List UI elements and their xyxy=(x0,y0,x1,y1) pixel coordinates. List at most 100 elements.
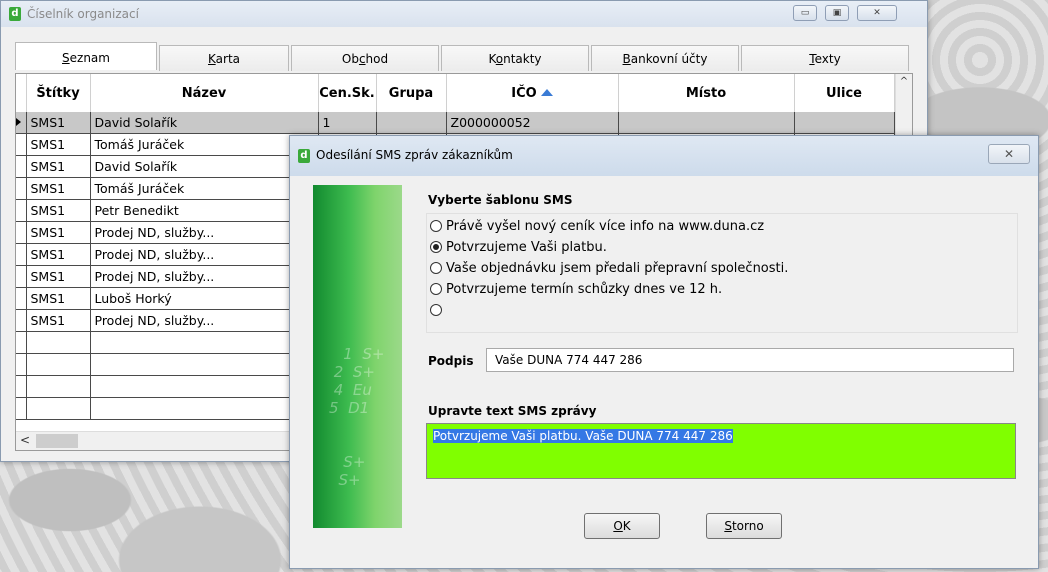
table-cell[interactable]: SMS1 xyxy=(26,177,91,200)
ok-button[interactable]: OK xyxy=(584,513,660,539)
radio-button[interactable] xyxy=(430,220,442,232)
template-option-label: Vaše objednávku jsem předali přepravní s… xyxy=(446,260,789,276)
tab-texty[interactable]: Texty xyxy=(741,45,909,71)
table-cell[interactable]: SMS1 xyxy=(26,309,91,332)
minimize-button[interactable]: ▭ xyxy=(793,5,817,21)
scroll-left-icon[interactable]: < xyxy=(20,433,30,447)
template-option[interactable]: Vaše objednávku jsem předali přepravní s… xyxy=(430,258,788,278)
table-cell[interactable]: Prodej ND, služby... xyxy=(90,221,319,244)
column-header[interactable]: Cen.Sk. xyxy=(318,74,377,112)
table-cell[interactable]: Prodej ND, služby... xyxy=(90,243,319,266)
table-cell[interactable] xyxy=(794,112,895,134)
template-option[interactable]: Potvrzujeme termín schůzky dnes ve 12 h. xyxy=(430,279,722,299)
column-header[interactable]: Grupa xyxy=(376,74,447,112)
template-radio-group: Právě vyšel nový ceník více info na www.… xyxy=(426,213,1018,333)
table-cell[interactable]: David Solařík xyxy=(90,155,319,178)
table-cell[interactable] xyxy=(90,331,319,354)
row-indicator xyxy=(16,133,27,156)
column-header[interactable]: Štítky xyxy=(26,74,91,112)
table-cell[interactable]: SMS1 xyxy=(26,133,91,156)
app-icon: d xyxy=(298,149,310,163)
row-indicator xyxy=(16,199,27,222)
table-cell[interactable] xyxy=(618,112,795,134)
cancel-button[interactable]: Storno xyxy=(706,513,782,539)
row-indicator xyxy=(16,287,27,310)
table-cell[interactable] xyxy=(376,112,447,134)
table-cell[interactable] xyxy=(90,353,319,376)
sms-text-area[interactable]: Potvrzujeme Vaši platbu. Vaše DUNA 774 4… xyxy=(426,423,1016,479)
table-cell[interactable]: SMS1 xyxy=(26,112,91,134)
column-header-label: IČO xyxy=(511,85,537,101)
decorative-side-panel: 1 S+ 2 S+ 4 Eu 5 D1 S+ S+ xyxy=(313,185,402,528)
table-cell[interactable]: SMS1 xyxy=(26,221,91,244)
template-option-label: Potvrzujeme termín schůzky dnes ve 12 h. xyxy=(446,281,723,297)
template-option[interactable]: Potvrzujeme Vaši platbu. xyxy=(430,237,607,257)
row-indicator xyxy=(16,265,27,288)
signature-input[interactable]: Vaše DUNA 774 447 286 xyxy=(486,348,1014,372)
tab-bar: Seznam Karta Obchod Kontakty Bankovní úč… xyxy=(15,42,913,71)
sms-dialog: d Odesílání SMS zpráv zákazníkům ✕ 1 S+ … xyxy=(289,135,1039,569)
table-cell[interactable]: David Solařík xyxy=(90,112,319,134)
tab-seznam[interactable]: Seznam xyxy=(15,42,157,70)
column-header[interactable]: Název xyxy=(90,74,319,112)
indicator-header xyxy=(16,74,27,112)
template-option-label: Potvrzujeme Vaši platbu. xyxy=(446,239,607,255)
row-indicator xyxy=(16,353,27,376)
tab-kontakty[interactable]: Kontakty xyxy=(441,45,589,71)
table-cell[interactable]: SMS1 xyxy=(26,243,91,266)
table-row[interactable]: SMS1 David Solařík 1 Z000000052 xyxy=(16,112,895,134)
row-indicator xyxy=(16,331,27,354)
table-cell[interactable]: SMS1 xyxy=(26,155,91,178)
table-cell[interactable] xyxy=(26,397,91,420)
close-button[interactable]: ✕ xyxy=(857,5,897,21)
column-header[interactable]: Místo xyxy=(618,74,795,112)
row-indicator xyxy=(16,112,27,134)
radio-button[interactable] xyxy=(430,283,442,295)
row-indicator xyxy=(16,177,27,200)
current-row-arrow-icon xyxy=(16,118,21,126)
scroll-thumb[interactable] xyxy=(36,434,78,448)
table-cell[interactable] xyxy=(26,353,91,376)
sms-text-selected: Potvrzujeme Vaši platbu. Vaše DUNA 774 4… xyxy=(433,429,733,443)
tab-bankovni-ucty[interactable]: Bankovní účty xyxy=(591,45,739,71)
table-cell[interactable] xyxy=(26,331,91,354)
grid-header-row: Štítky Název Cen.Sk. Grupa IČO Místo Uli… xyxy=(16,74,895,112)
tab-karta[interactable]: Karta xyxy=(159,45,289,71)
dialog-title: Odesílání SMS zpráv zákazníkům xyxy=(316,148,513,162)
table-cell[interactable] xyxy=(90,375,319,398)
column-header-ico[interactable]: IČO xyxy=(446,74,619,112)
template-option[interactable]: Právě vyšel nový ceník více info na www.… xyxy=(430,216,764,236)
main-titlebar[interactable]: d Číselník organizací ▭ ▣ ✕ xyxy=(1,1,927,27)
maximize-button[interactable]: ▣ xyxy=(825,5,849,21)
table-cell[interactable]: SMS1 xyxy=(26,287,91,310)
column-header[interactable]: Ulice xyxy=(794,74,895,112)
scroll-up-icon[interactable]: ^ xyxy=(896,74,912,90)
table-cell[interactable]: 1 xyxy=(318,112,377,134)
template-option-label: Právě vyšel nový ceník více info na www.… xyxy=(446,218,765,234)
table-cell[interactable]: Z000000052 xyxy=(446,112,619,134)
table-cell[interactable]: Tomáš Juráček xyxy=(90,133,319,156)
main-window-title: Číselník organizací xyxy=(27,7,139,21)
template-option[interactable] xyxy=(430,300,446,320)
table-cell[interactable]: Luboš Horký xyxy=(90,287,319,310)
table-cell[interactable]: SMS1 xyxy=(26,265,91,288)
row-indicator xyxy=(16,309,27,332)
table-cell[interactable] xyxy=(26,375,91,398)
table-cell[interactable]: Tomáš Juráček xyxy=(90,177,319,200)
table-cell[interactable]: SMS1 xyxy=(26,199,91,222)
row-indicator xyxy=(16,375,27,398)
edit-sms-label: Upravte text SMS zprávy xyxy=(428,404,597,418)
tab-obchod[interactable]: Obchod xyxy=(291,45,439,71)
radio-button[interactable] xyxy=(430,241,442,253)
table-cell[interactable]: Prodej ND, služby... xyxy=(90,309,319,332)
app-icon: d xyxy=(9,7,21,21)
table-cell[interactable] xyxy=(90,397,319,420)
sort-ascending-icon xyxy=(540,88,553,96)
template-label: Vyberte šablonu SMS xyxy=(428,193,573,207)
table-cell[interactable]: Petr Benedikt xyxy=(90,199,319,222)
dialog-titlebar[interactable]: d Odesílání SMS zpráv zákazníkům ✕ xyxy=(290,136,1038,176)
radio-button[interactable] xyxy=(430,304,442,316)
table-cell[interactable]: Prodej ND, služby... xyxy=(90,265,319,288)
dialog-close-button[interactable]: ✕ xyxy=(988,144,1030,164)
radio-button[interactable] xyxy=(430,262,442,274)
